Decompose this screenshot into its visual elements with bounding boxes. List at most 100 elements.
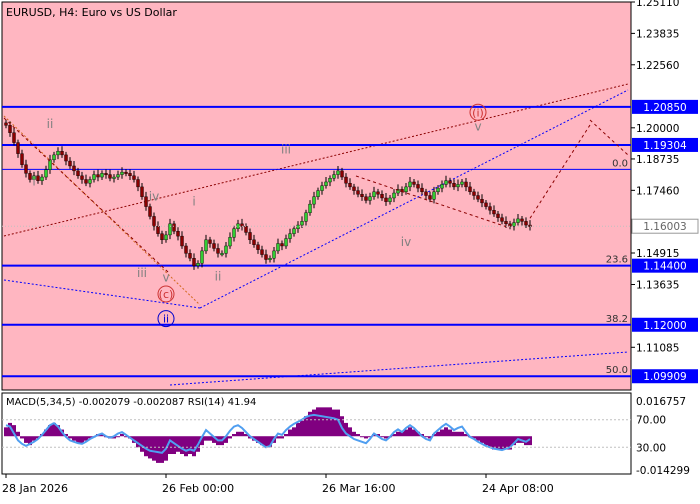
macd-bar (296, 422, 300, 437)
candle-body (36, 175, 40, 181)
candle-body (16, 142, 20, 154)
candle-body (492, 210, 496, 215)
macd-bar (72, 436, 76, 441)
candle-body (72, 165, 76, 172)
macd-bar (24, 436, 28, 443)
candle-body (28, 173, 32, 180)
time-tick-label: 28 Jan 2026 (2, 482, 68, 495)
candle-body (348, 182, 352, 188)
candle-body (364, 196, 368, 201)
price-tag: 1.20850 (643, 102, 686, 114)
candle-body (280, 243, 284, 247)
candle-body (196, 263, 200, 266)
candle-body (260, 249, 264, 255)
candle-body (112, 176, 116, 179)
time-tick-label: 24 Apr 08:00 (482, 482, 554, 495)
candle-body (216, 248, 220, 254)
macd-bar (144, 436, 148, 457)
macd-bar (312, 409, 316, 437)
price-tag: 1.12000 (643, 320, 686, 332)
candle-body (272, 250, 276, 259)
candle-body (424, 191, 428, 196)
candle-body (92, 174, 96, 180)
indicator-tick-label: 0.016757 (636, 396, 686, 408)
macd-bar (456, 431, 460, 437)
candle-body (208, 239, 212, 244)
candle-body (392, 192, 396, 199)
macd-bar (364, 436, 368, 439)
candle-body (64, 154, 68, 162)
wave-label: ii (47, 117, 54, 131)
macd-bar (156, 436, 160, 463)
candle-body (276, 243, 280, 252)
candle-body (476, 195, 480, 200)
candle-body (388, 197, 392, 202)
macd-bar (352, 431, 356, 437)
candle-body (432, 191, 436, 200)
candle-body (156, 226, 160, 234)
candle-body (60, 150, 64, 156)
macd-bar (360, 436, 364, 438)
time-tick-label: 26 Mar 16:00 (322, 482, 395, 495)
wave-label: iv (401, 235, 411, 249)
wave-circle-label: (c) (159, 288, 174, 301)
macd-bar (232, 434, 236, 437)
price-tick-label: 1.22560 (636, 60, 679, 72)
candle-body (504, 221, 508, 225)
candle-body (12, 132, 16, 143)
candle-body (328, 178, 332, 183)
macd-bar (184, 436, 188, 457)
candle-body (284, 238, 288, 247)
candle-body (128, 173, 132, 177)
candle-body (416, 184, 420, 189)
price-tick-label: 1.14915 (636, 248, 679, 260)
candle-body (360, 194, 364, 197)
candle-body (76, 170, 80, 177)
fib-level-label: 0.0 (612, 158, 628, 169)
candle-body (172, 223, 176, 232)
candle-body (292, 228, 296, 234)
macd-bar (284, 434, 288, 437)
macd-bar (444, 427, 448, 437)
wave-label: iii (281, 143, 291, 157)
candle-body (420, 187, 424, 193)
price-tick-label: 1.23835 (636, 28, 679, 40)
fib-level-label: 23.6 (606, 255, 628, 266)
candle-body (444, 180, 448, 185)
candle-body (524, 221, 528, 226)
candle-body (176, 231, 180, 237)
macd-bar (452, 431, 456, 437)
candle-body (164, 234, 168, 241)
macd-bar (396, 431, 400, 437)
candle-body (488, 206, 492, 211)
candle-body (336, 170, 340, 175)
candle-body (204, 239, 208, 252)
candle-body (80, 175, 84, 180)
candle-body (136, 179, 140, 188)
macd-bar (204, 436, 208, 441)
candle-body (412, 181, 416, 185)
macd-bar (240, 431, 244, 437)
price-tick-label: 1.25110 (636, 0, 679, 9)
candle-body (304, 212, 308, 222)
candle-body (452, 182, 456, 188)
candle-body (20, 153, 24, 165)
candle-body (428, 195, 432, 200)
candle-body (344, 176, 348, 184)
price-tick-label: 1.13635 (636, 280, 679, 292)
candle-body (380, 194, 384, 199)
macd-bar (188, 436, 192, 455)
fib-level-label: 38.2 (606, 314, 628, 325)
macd-bar (152, 436, 156, 461)
indicator-title: MACD(5,34,5) -0.002079 -0.002087 RSI(14)… (6, 397, 256, 408)
wave-label: i (32, 175, 35, 189)
candle-body (308, 203, 312, 213)
price-tick-label: 1.18735 (636, 154, 679, 166)
macd-bar (16, 431, 20, 437)
indicator-tick-label: -0.014299 (636, 465, 690, 477)
candle-body (288, 233, 292, 239)
candle-body (192, 258, 196, 266)
macd-bar (4, 427, 8, 437)
wave-circle-label: ii (163, 313, 169, 326)
macd-bar (320, 407, 324, 437)
